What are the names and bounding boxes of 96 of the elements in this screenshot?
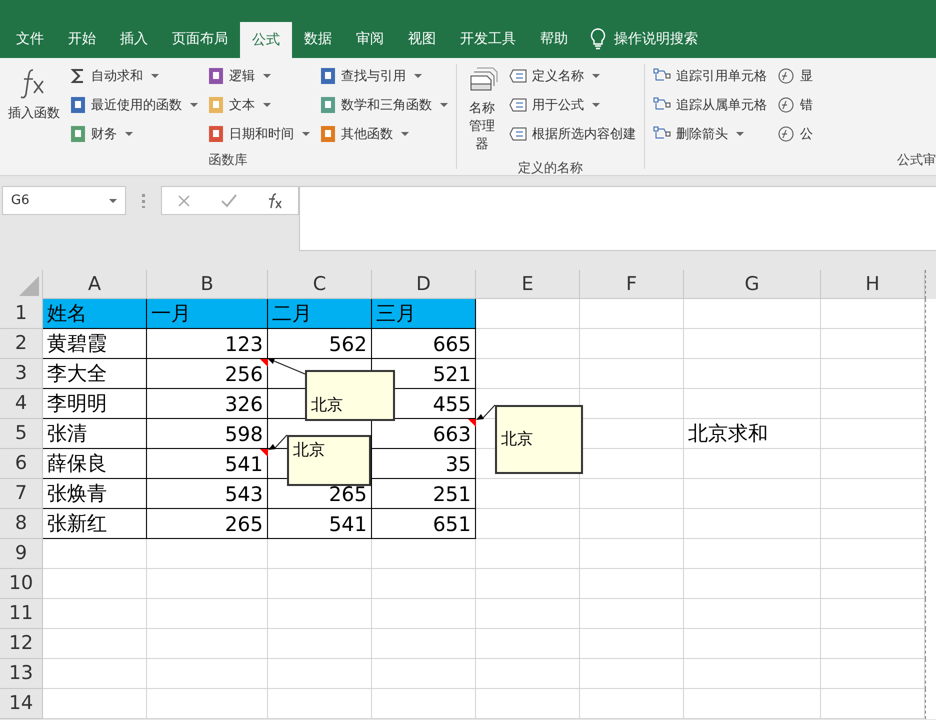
ribbon-tab[interactable]: 页面布局 [160,20,240,58]
lightbulb-icon [590,28,606,50]
table-cell: 651 [372,509,476,539]
column-header[interactable]: G [684,270,821,299]
insert-function-button[interactable]: 插入函数 [6,62,62,151]
row-header[interactable]: 9 [0,539,43,569]
ribbon-tab[interactable]: 帮助 [528,20,580,58]
table-cell: 123 [147,329,268,359]
ribbon-button[interactable]: 错 [775,93,815,117]
caret-icon [109,198,117,202]
ribbon-button[interactable]: 逻辑 [206,64,312,88]
table-cell: 张焕青 [43,479,147,509]
row-header[interactable]: 13 [0,659,43,689]
row-header[interactable]: 11 [0,599,43,629]
grip-icon [142,194,145,208]
row-header[interactable]: 5 [0,419,43,449]
comment-text: 北京 [293,440,325,461]
table-cell: 562 [268,329,372,359]
table-cell: 541 [147,449,268,479]
ribbon-button[interactable]: 文本 [206,93,312,117]
table-cell: 薛保良 [43,449,147,479]
table-cell: 黄碧霞 [43,329,147,359]
ribbon-button[interactable]: 根据所选内容创建 [507,122,638,146]
table-cell: 李大全 [43,359,147,389]
table-cell: 张新红 [43,509,147,539]
table-cell: 姓名 [43,299,147,329]
row-header[interactable]: 3 [0,359,43,389]
ribbon-button[interactable]: 显 [775,64,815,88]
ribbon-button[interactable]: 日期和时间 [206,122,312,146]
ribbon-tab[interactable]: 公式 [240,22,292,58]
row-header[interactable]: 12 [0,629,43,659]
formula-icon [777,126,795,142]
table-cell: 李明明 [43,389,147,419]
tell-me-search[interactable]: 操作说明搜索 [590,20,698,58]
ribbon-button[interactable]: 财务 [68,122,200,146]
column-header[interactable]: E [476,270,580,299]
formula-input[interactable] [299,186,936,251]
table-cell: 541 [268,509,372,539]
ribbon-tab[interactable]: 审阅 [344,20,396,58]
ribbon-button[interactable]: 公 [775,122,815,146]
check-icon[interactable] [220,192,238,208]
ribbon-tab[interactable]: 插入 [108,20,160,58]
table-cell: 598 [147,419,268,449]
ribbon-button[interactable]: 自动求和 [68,64,200,88]
comment-text: 北京 [311,395,343,416]
ribbon-button[interactable]: 追踪从属单元格 [651,93,769,117]
ribbon-button[interactable]: 定义名称 [507,64,638,88]
column-header[interactable]: H [821,270,925,299]
table-cell: 三月 [372,299,476,329]
comment-arrow [268,357,307,376]
comment-text: 北京 [501,429,533,450]
row-header[interactable]: 7 [0,479,43,509]
group-label: 定义的名称 [517,160,584,178]
table-cell: 35 [372,449,476,479]
table-cell: 543 [147,479,268,509]
ribbon-tab[interactable]: 视图 [396,20,448,58]
tag-icon [509,98,527,112]
row-header[interactable]: 14 [0,689,43,719]
group-label: 函数库 [208,152,248,170]
ribbon-tab[interactable]: 数据 [292,20,344,58]
table-cell: 二月 [268,299,372,329]
column-header[interactable]: F [580,270,684,299]
ribbon-button[interactable]: 数学和三角函数 [318,93,450,117]
table-cell: 665 [372,329,476,359]
function-icon[interactable] [266,192,284,210]
ribbon-button[interactable]: 最近使用的函数 [68,93,200,117]
cancel-icon[interactable] [176,192,192,208]
tag-icon [509,69,527,83]
ribbon-tab[interactable]: 开发工具 [448,20,528,58]
table-cell: 251 [372,479,476,509]
ribbon-tab[interactable]: 开始 [56,20,108,58]
ribbon-button[interactable]: 删除箭头 [651,122,769,146]
row-header[interactable]: 10 [0,569,43,599]
table-cell: 663 [372,419,476,449]
table-cell: 北京求和 [684,419,821,449]
formula-icon [777,97,795,113]
name-box[interactable]: G6 [2,186,126,215]
table-cell: 张清 [43,419,147,449]
name-manager-button[interactable]: 名称管理器 [463,62,501,159]
ribbon-button[interactable]: 用于公式 [507,93,638,117]
row-header[interactable]: 1 [0,299,43,329]
table-cell: 256 [147,359,268,389]
tag-icon [509,127,527,141]
group-label: 公式审 [896,152,936,170]
row-header[interactable]: 8 [0,509,43,539]
table-cell: 265 [147,509,268,539]
table-cell: 一月 [147,299,268,329]
row-header[interactable]: 4 [0,389,43,419]
ribbon-button[interactable]: 追踪引用单元格 [651,64,769,88]
table-cell: 326 [147,389,268,419]
formula-icon [777,68,795,84]
ribbon-tab[interactable]: 文件 [4,20,56,58]
row-header[interactable]: 2 [0,329,43,359]
row-header[interactable]: 6 [0,449,43,479]
ribbon-button[interactable]: 查找与引用 [318,64,450,88]
ribbon-button[interactable]: 其他函数 [318,122,450,146]
